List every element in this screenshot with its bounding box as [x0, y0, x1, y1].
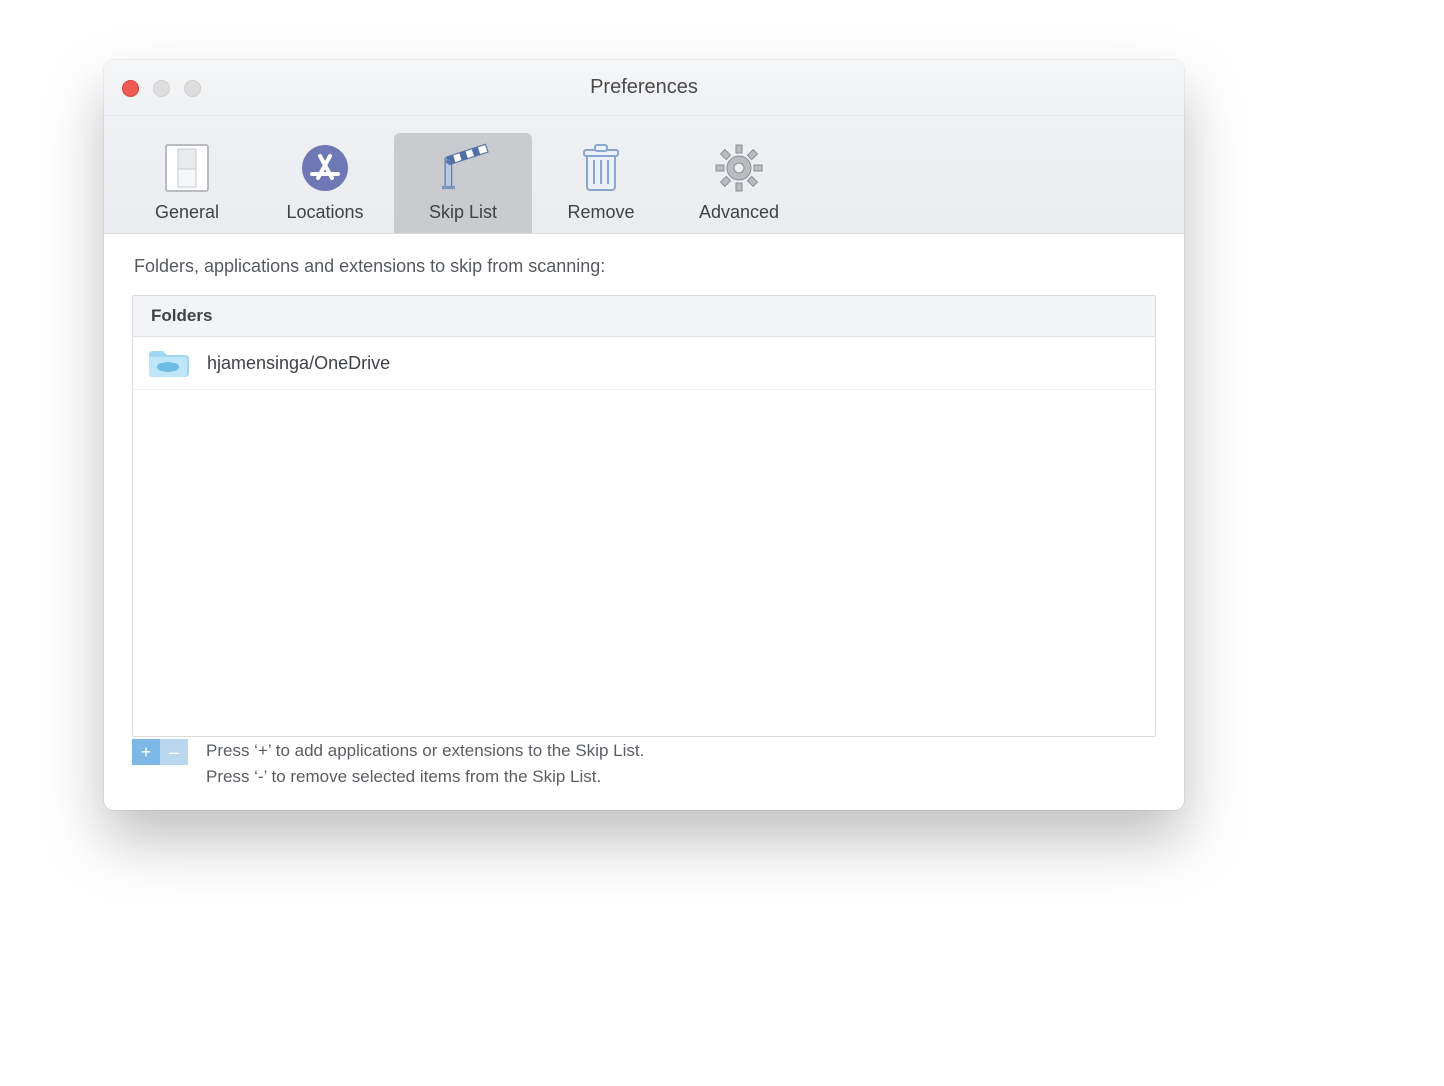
cloud-folder-icon — [147, 347, 189, 379]
tab-label: Skip List — [429, 202, 497, 223]
tab-locations[interactable]: Locations — [256, 133, 394, 233]
list-item[interactable]: hjamensinga/OneDrive — [133, 337, 1155, 390]
barrier-icon — [437, 142, 489, 194]
panel-description: Folders, applications and extensions to … — [134, 256, 1156, 277]
close-icon[interactable] — [122, 80, 139, 97]
help-add-line: Press ‘+’ to add applications or extensi… — [206, 741, 644, 761]
minimize-icon — [153, 80, 170, 97]
column-header-folders[interactable]: Folders — [133, 296, 1155, 337]
tab-remove[interactable]: Remove — [532, 133, 670, 233]
switch-icon — [161, 142, 213, 194]
tab-advanced[interactable]: Advanced — [670, 133, 808, 233]
appstore-icon — [299, 142, 351, 194]
help-text: Press ‘+’ to add applications or extensi… — [206, 739, 644, 787]
tab-skip-list[interactable]: Skip List — [394, 133, 532, 233]
preferences-toolbar: General Locations — [104, 116, 1184, 234]
skip-list-panel: Folders, applications and extensions to … — [104, 234, 1184, 805]
skip-list-table[interactable]: Folders hjamensinga/OneDrive — [132, 295, 1156, 737]
help-remove-line: Press ‘-’ to remove selected items from … — [206, 767, 644, 787]
remove-button[interactable]: – — [160, 739, 188, 765]
list-item-path: hjamensinga/OneDrive — [207, 353, 390, 374]
tab-label: Advanced — [699, 202, 779, 223]
tab-label: Locations — [286, 202, 363, 223]
tab-label: General — [155, 202, 219, 223]
skip-list-rows: hjamensinga/OneDrive — [133, 337, 1155, 736]
tab-general[interactable]: General — [118, 133, 256, 233]
window-title: Preferences — [590, 76, 698, 99]
traffic-lights — [122, 80, 201, 97]
titlebar: Preferences — [104, 60, 1184, 116]
add-button[interactable]: + — [132, 739, 160, 765]
gear-icon — [713, 142, 765, 194]
skip-list-footer: + – Press ‘+’ to add applications or ext… — [132, 739, 1156, 787]
trash-icon — [575, 142, 627, 194]
add-remove-controls: + – — [132, 739, 188, 765]
tab-label: Remove — [567, 202, 634, 223]
preferences-window: Preferences General — [104, 60, 1184, 810]
zoom-icon — [184, 80, 201, 97]
